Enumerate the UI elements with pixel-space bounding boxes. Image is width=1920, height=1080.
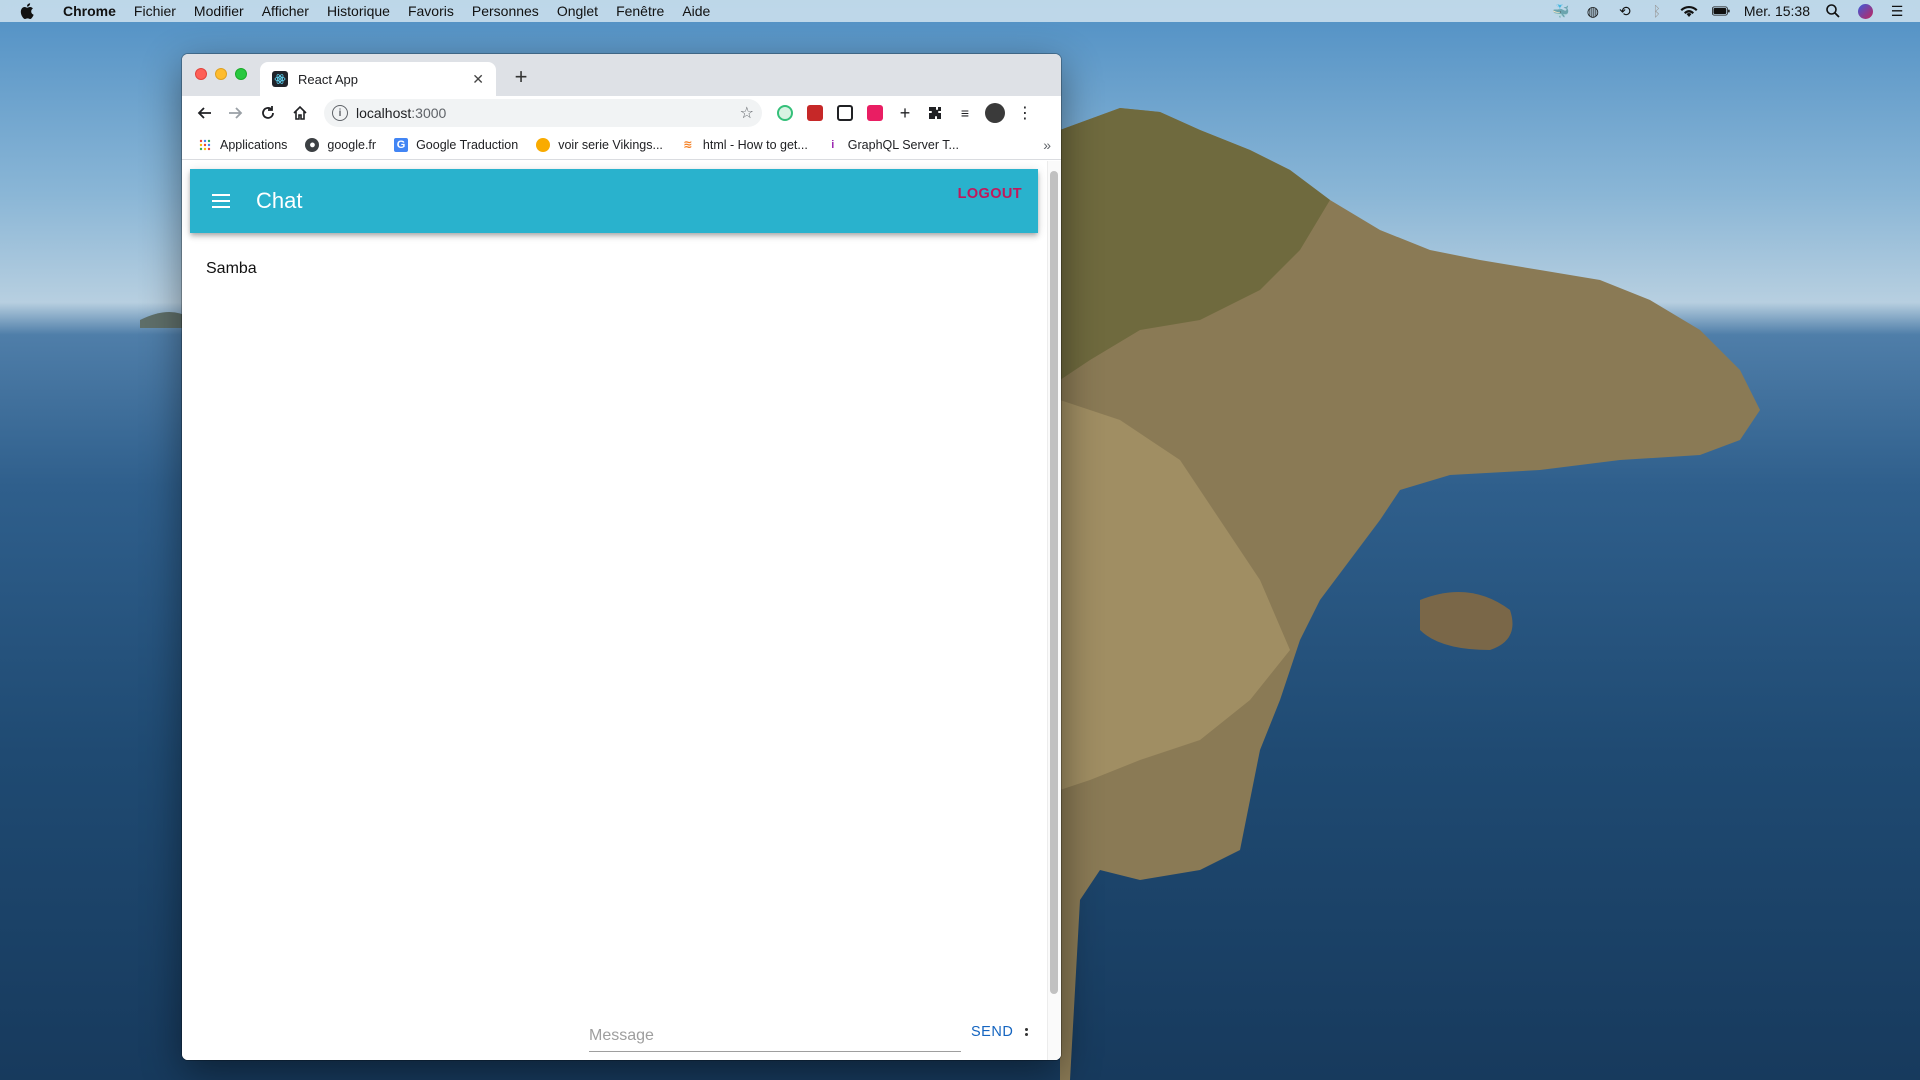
bookmark-label: GraphQL Server T... (847, 137, 959, 152)
extensions-puzzle-icon[interactable] (922, 100, 948, 126)
app-bar: Chat LOGOUT (190, 169, 1038, 233)
extension-1-icon[interactable] (772, 100, 798, 126)
browser-toolbar: i localhost:3000 ☆ + ≡ ⋮ (182, 96, 1061, 130)
menu-aide[interactable]: Aide (673, 3, 719, 19)
globe-status-icon[interactable]: ◍ (1584, 3, 1602, 19)
translate-icon: G (394, 137, 409, 152)
bookmark-label: Applications (220, 137, 288, 152)
url-port: :3000 (411, 105, 447, 121)
docker-icon[interactable]: 🐳 (1552, 3, 1570, 19)
menu-personnes[interactable]: Personnes (463, 3, 548, 19)
home-button[interactable] (286, 99, 314, 127)
page-content: Chat LOGOUT Samba SEND (182, 161, 1061, 1060)
minimize-window-button[interactable] (215, 68, 227, 80)
zoom-window-button[interactable] (235, 68, 247, 80)
tab-react-app[interactable]: React App ✕ (260, 62, 496, 96)
forward-button[interactable] (222, 99, 250, 127)
profile-avatar[interactable] (982, 100, 1008, 126)
battery-icon[interactable] (1711, 3, 1730, 19)
logout-button[interactable]: LOGOUT (958, 186, 1022, 202)
scrollbar[interactable] (1047, 161, 1061, 1060)
bluetooth-icon[interactable]: ᛒ (1648, 3, 1666, 19)
picture-in-picture-icon[interactable] (832, 100, 858, 126)
clock[interactable]: Mer. 15:38 (1744, 3, 1810, 19)
bookmark-vikings[interactable]: voir serie Vikings... (530, 137, 669, 152)
spotlight-search-icon[interactable] (1824, 3, 1842, 19)
globe-icon: ● (305, 137, 320, 152)
extension-2-icon[interactable] (802, 100, 828, 126)
more-options-icon[interactable] (1025, 1028, 1029, 1036)
tab-title: React App (298, 71, 358, 87)
chrome-menu-icon[interactable]: ⋮ (1012, 100, 1038, 126)
bookmark-label: Google Traduction (416, 137, 519, 152)
scrollbar-thumb[interactable] (1050, 171, 1058, 994)
send-button[interactable]: SEND (971, 1024, 1013, 1040)
url-host: localhost (356, 105, 412, 121)
apple-menu-icon[interactable] (0, 3, 54, 19)
browser-window: React App ✕ + i localhost:3000 ☆ + ≡ ⋮ … (182, 54, 1061, 1060)
menu-modifier[interactable]: Modifier (185, 3, 253, 19)
info-icon: i (831, 138, 835, 151)
menu-onglet[interactable]: Onglet (548, 3, 607, 19)
extension-plus-icon[interactable]: + (892, 100, 918, 126)
bookmark-google-traduction[interactable]: G Google Traduction (388, 137, 524, 152)
notification-center-icon[interactable]: ☰ (1888, 3, 1906, 19)
message-input[interactable] (589, 1020, 961, 1052)
extension-badge-icon[interactable] (862, 100, 888, 126)
tab-close-icon[interactable]: ✕ (472, 71, 484, 88)
tab-strip: React App ✕ + (182, 54, 1061, 96)
channel-name: Samba (206, 260, 257, 277)
apps-grid-icon (198, 138, 212, 152)
bookmark-stackoverflow[interactable]: ≋ html - How to get... (675, 138, 814, 152)
siri-icon[interactable] (1856, 3, 1874, 19)
stackoverflow-icon: ≋ (683, 139, 693, 151)
media-control-icon[interactable]: ≡ (952, 100, 978, 126)
back-button[interactable] (190, 99, 218, 127)
bookmark-label: google.fr (327, 137, 377, 152)
hamburger-menu-icon[interactable] (212, 189, 236, 213)
menu-fenetre[interactable]: Fenêtre (607, 3, 673, 19)
message-composer: SEND (589, 1016, 1029, 1056)
app-title: Chat (256, 188, 303, 213)
bookmark-graphql[interactable]: i GraphQL Server T... (820, 138, 965, 152)
react-favicon-icon (272, 71, 288, 87)
sun-icon (536, 137, 551, 152)
bookmark-label: voir serie Vikings... (558, 137, 663, 152)
close-window-button[interactable] (195, 68, 207, 80)
bookmark-label: html - How to get... (702, 137, 808, 152)
bookmark-star-icon[interactable]: ☆ (740, 103, 754, 123)
menu-fichier[interactable]: Fichier (125, 3, 185, 19)
bookmark-google[interactable]: ● google.fr (299, 137, 382, 152)
menu-app-name[interactable]: Chrome (54, 3, 125, 19)
new-tab-button[interactable]: + (510, 66, 532, 88)
bookmark-applications[interactable]: Applications (192, 138, 293, 152)
reload-button[interactable] (254, 99, 282, 127)
menu-favoris[interactable]: Favoris (399, 3, 463, 19)
wifi-icon[interactable] (1680, 3, 1698, 19)
bookmarks-overflow-button[interactable]: » (1043, 137, 1051, 153)
mac-menubar: Chrome Fichier Modifier Afficher Histori… (0, 0, 1920, 22)
time-machine-icon[interactable]: ⟲ (1616, 3, 1634, 19)
bookmarks-bar: Applications ● google.fr G Google Traduc… (182, 130, 1061, 160)
site-info-icon[interactable]: i (332, 105, 348, 121)
menu-historique[interactable]: Historique (318, 3, 399, 19)
address-bar[interactable]: i localhost:3000 ☆ (324, 99, 762, 127)
menu-afficher[interactable]: Afficher (253, 3, 318, 19)
